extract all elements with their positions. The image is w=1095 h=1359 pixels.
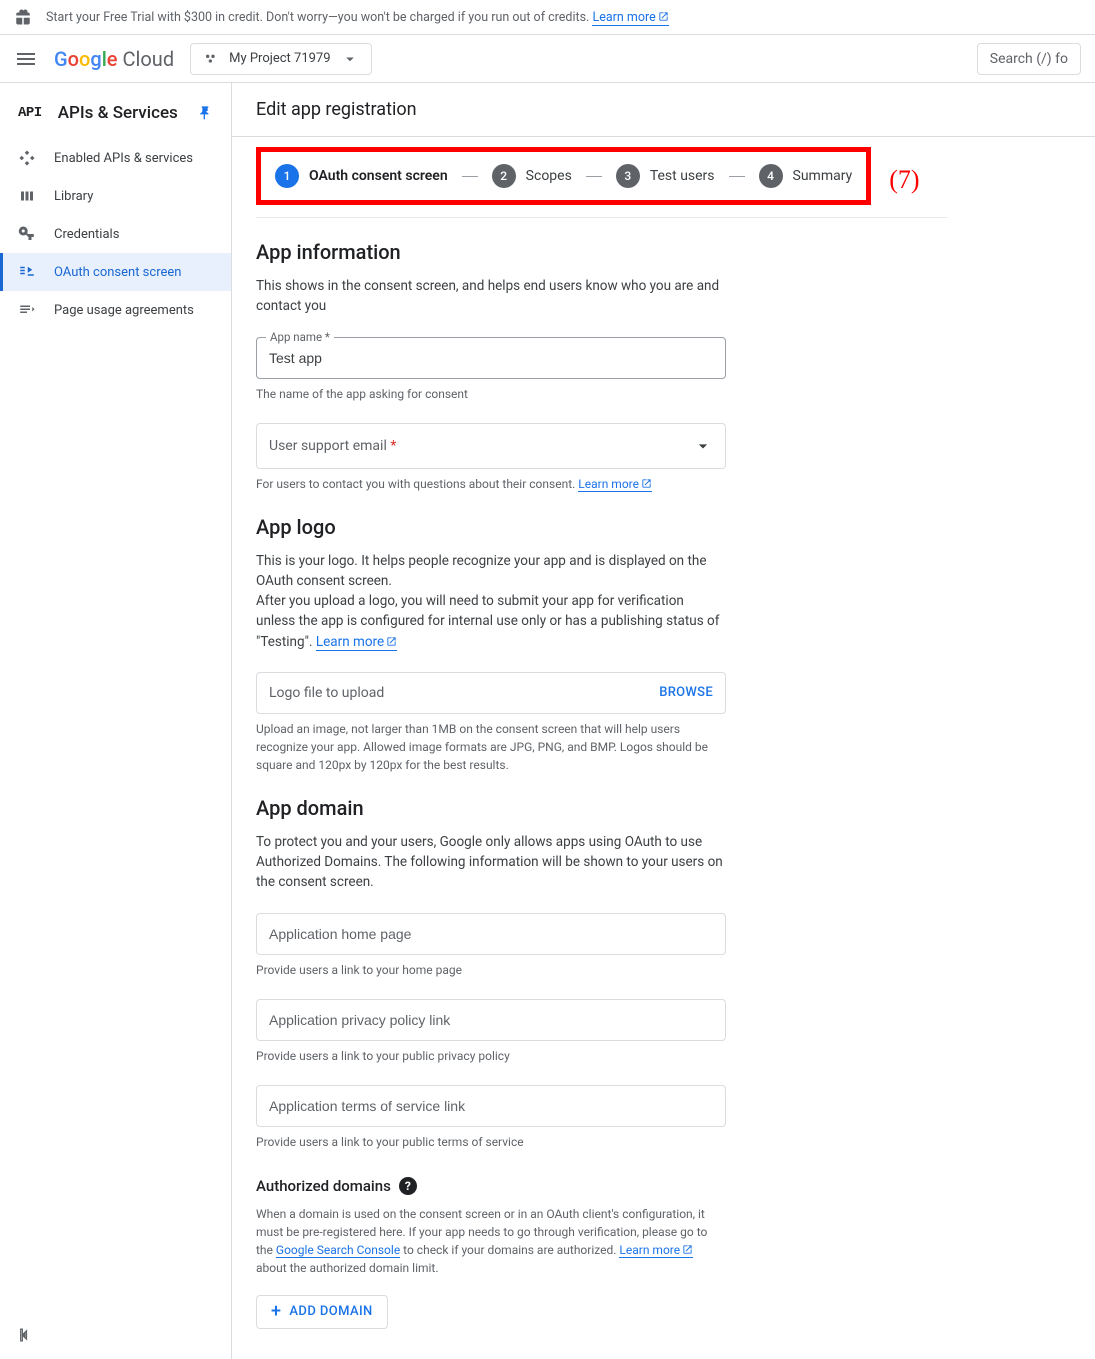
main-content: Edit app registration 1 OAuth consent sc… bbox=[232, 83, 1095, 1359]
external-link-icon bbox=[386, 636, 397, 647]
step-oauth-consent[interactable]: 1 OAuth consent screen bbox=[275, 164, 448, 188]
home-page-input[interactable] bbox=[256, 913, 726, 955]
tos-link-field-wrap bbox=[256, 1085, 726, 1127]
sidebar-item-label: Page usage agreements bbox=[54, 303, 194, 318]
chevron-down-icon bbox=[341, 50, 359, 68]
auth-domains-learn-more-link[interactable]: Learn more bbox=[619, 1243, 693, 1258]
auth-domains-desc-post: about the authorized domain limit. bbox=[256, 1261, 439, 1275]
consent-icon bbox=[18, 263, 36, 281]
sidebar-item-label: Enabled APIs & services bbox=[54, 151, 193, 166]
support-email-select[interactable]: User support email * bbox=[256, 423, 726, 469]
authorized-domains-heading: Authorized domains ? bbox=[256, 1177, 948, 1195]
banner-text: Start your Free Trial with $300 in credi… bbox=[46, 10, 589, 25]
sidebar-header: API APIs & Services bbox=[0, 93, 231, 139]
home-page-field-wrap bbox=[256, 913, 726, 955]
privacy-link-input[interactable] bbox=[256, 999, 726, 1041]
step-test-users[interactable]: 3 Test users bbox=[616, 164, 715, 188]
library-icon bbox=[18, 187, 36, 205]
external-link-icon bbox=[641, 478, 652, 489]
app-logo-desc1: This is your logo. It helps people recog… bbox=[256, 551, 726, 592]
sidebar-item-credentials[interactable]: Credentials bbox=[0, 215, 231, 253]
diamond-icon bbox=[18, 149, 36, 167]
app-domain-heading: App domain bbox=[256, 796, 948, 820]
logo-upload-field-wrap: Logo file to upload BROWSE bbox=[256, 672, 726, 714]
free-trial-banner: Start your Free Trial with $300 in credi… bbox=[0, 0, 1095, 35]
banner-learn-more-link[interactable]: Learn more bbox=[592, 10, 668, 26]
add-domain-button[interactable]: + ADD DOMAIN bbox=[256, 1295, 388, 1329]
sidebar-item-library[interactable]: Library bbox=[0, 177, 231, 215]
search-console-link[interactable]: Google Search Console bbox=[276, 1243, 400, 1258]
api-badge-icon: API bbox=[18, 105, 42, 121]
privacy-link-hint: Provide users a link to your public priv… bbox=[256, 1047, 726, 1065]
external-link-icon bbox=[682, 1244, 693, 1255]
app-information-heading: App information bbox=[256, 240, 948, 264]
home-page-hint: Provide users a link to your home page bbox=[256, 961, 726, 979]
app-name-label: App name * bbox=[266, 330, 334, 344]
key-icon bbox=[18, 225, 36, 243]
sidebar-item-enabled-apis[interactable]: Enabled APIs & services bbox=[0, 139, 231, 177]
support-email-hint: For users to contact you with questions … bbox=[256, 477, 575, 491]
logo-file-input[interactable]: Logo file to upload BROWSE bbox=[256, 672, 726, 714]
browse-button[interactable]: BROWSE bbox=[659, 685, 713, 700]
sidebar-item-label: Library bbox=[54, 189, 93, 204]
help-icon[interactable]: ? bbox=[399, 1177, 417, 1195]
stepper: 1 OAuth consent screen 2 Scopes 3 Test u… bbox=[256, 147, 871, 205]
sidebar-item-page-usage[interactable]: Page usage agreements bbox=[0, 291, 231, 329]
menu-icon[interactable] bbox=[14, 47, 38, 71]
support-email-field-wrap: User support email * bbox=[256, 423, 726, 469]
app-name-field-wrap: App name * bbox=[256, 337, 726, 379]
chevron-down-icon bbox=[693, 436, 713, 456]
page-title: Edit app registration bbox=[232, 83, 1095, 137]
main-header: Google Cloud My Project 71979 Search (/)… bbox=[0, 35, 1095, 83]
collapse-sidebar-button[interactable] bbox=[14, 1325, 34, 1349]
app-logo-learn-more-link[interactable]: Learn more bbox=[316, 634, 397, 651]
sidebar-item-label: OAuth consent screen bbox=[54, 265, 181, 280]
support-email-learn-more-link[interactable]: Learn more bbox=[578, 477, 652, 492]
sidebar-title: APIs & Services bbox=[58, 103, 178, 123]
pin-icon[interactable] bbox=[197, 105, 213, 121]
search-input[interactable]: Search (/) fo bbox=[977, 43, 1081, 75]
project-name: My Project 71979 bbox=[229, 51, 330, 66]
app-logo-heading: App logo bbox=[256, 515, 948, 539]
project-selector[interactable]: My Project 71979 bbox=[190, 43, 371, 75]
gift-icon bbox=[14, 8, 32, 26]
sidebar-item-oauth-consent[interactable]: OAuth consent screen bbox=[0, 253, 231, 291]
auth-domains-desc-mid: to check if your domains are authorized. bbox=[403, 1243, 616, 1257]
tos-link-input[interactable] bbox=[256, 1085, 726, 1127]
privacy-link-field-wrap bbox=[256, 999, 726, 1041]
annotation-number: (7) bbox=[889, 165, 919, 195]
external-link-icon bbox=[658, 11, 669, 22]
app-information-desc: This shows in the consent screen, and he… bbox=[256, 276, 726, 317]
logo-file-hint: Upload an image, not larger than 1MB on … bbox=[256, 720, 726, 774]
app-domain-desc: To protect you and your users, Google on… bbox=[256, 832, 726, 893]
google-cloud-logo[interactable]: Google Cloud bbox=[54, 47, 174, 71]
step-scopes[interactable]: 2 Scopes bbox=[492, 164, 572, 188]
project-icon bbox=[203, 51, 219, 67]
tos-link-hint: Provide users a link to your public term… bbox=[256, 1133, 726, 1151]
chevron-left-icon bbox=[14, 1325, 34, 1345]
step-summary[interactable]: 4 Summary bbox=[759, 164, 853, 188]
sidebar-item-label: Credentials bbox=[54, 227, 119, 242]
plus-icon: + bbox=[271, 1303, 281, 1321]
app-name-hint: The name of the app asking for consent bbox=[256, 385, 726, 403]
agreements-icon bbox=[18, 301, 36, 319]
sidebar: API APIs & Services Enabled APIs & servi… bbox=[0, 83, 232, 1359]
